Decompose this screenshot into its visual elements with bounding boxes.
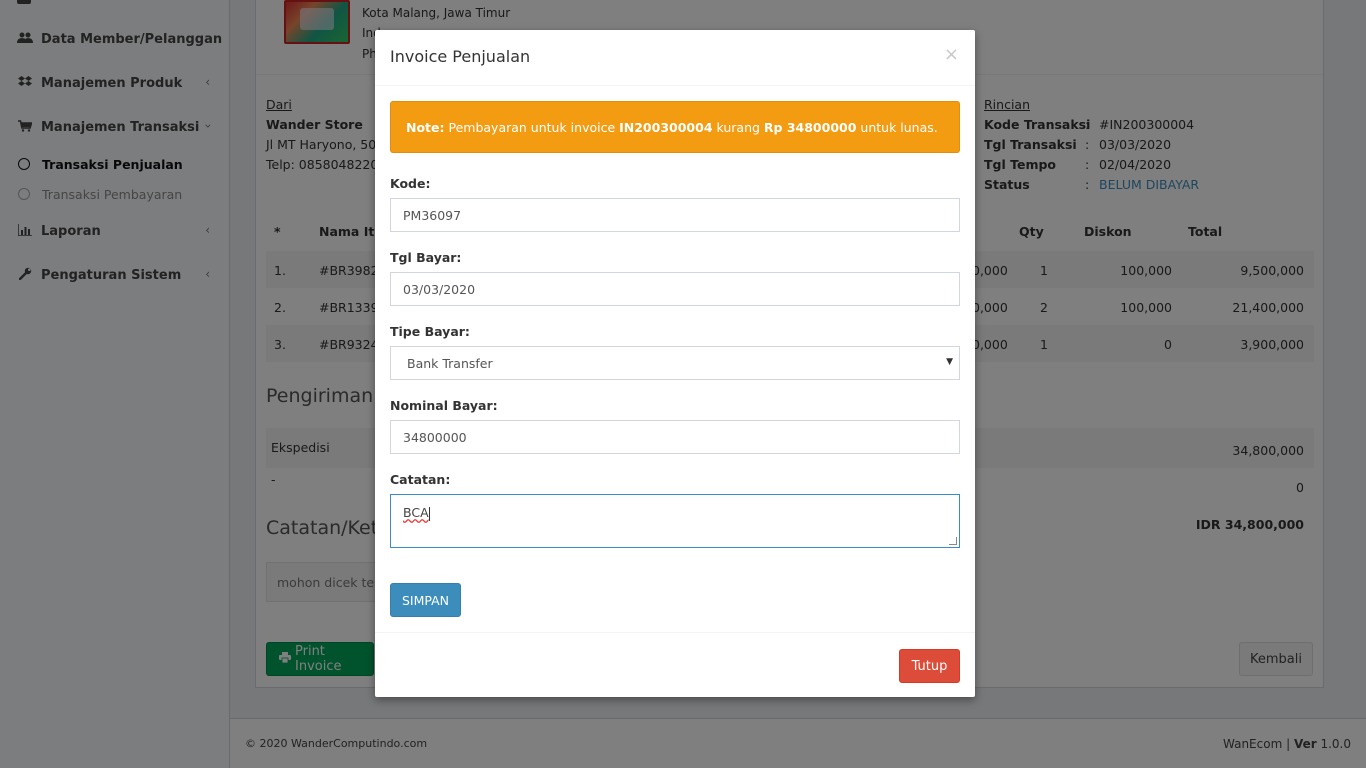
- alert-amount: Rp 34800000: [763, 120, 857, 135]
- kode-input[interactable]: [390, 198, 960, 232]
- close-icon[interactable]: ×: [944, 44, 959, 65]
- tgl-bayar-label: Tgl Bayar:: [390, 250, 462, 265]
- catatan-label: Catatan:: [390, 472, 451, 487]
- save-button[interactable]: SIMPAN: [390, 583, 461, 617]
- catatan-textarea[interactable]: BCA: [390, 494, 960, 548]
- alert-text: Pembayaran untuk invoice: [444, 120, 620, 135]
- modal-footer: Tutup: [375, 632, 975, 697]
- nominal-bayar-input[interactable]: [390, 420, 960, 454]
- catatan-text: BCA: [403, 505, 429, 520]
- caret-down-icon: ▼: [946, 357, 953, 367]
- close-button[interactable]: Tutup: [899, 649, 960, 683]
- payment-alert: Note: Pembayaran untuk invoice IN2003000…: [390, 101, 960, 153]
- tipe-bayar-select[interactable]: Bank Transfer ▼: [390, 346, 960, 380]
- alert-text: kurang: [712, 120, 764, 135]
- alert-text: untuk lunas.: [856, 120, 938, 135]
- payment-modal: Invoice Penjualan × Note: Pembayaran unt…: [375, 30, 975, 697]
- modal-title: Invoice Penjualan: [390, 47, 531, 66]
- alert-invoice: IN200300004: [619, 120, 713, 135]
- text-cursor: [428, 506, 430, 521]
- nominal-bayar-label: Nominal Bayar:: [390, 398, 498, 413]
- tgl-bayar-input[interactable]: [390, 272, 960, 306]
- tipe-bayar-selected: Bank Transfer: [407, 356, 493, 371]
- resize-handle-icon[interactable]: [949, 537, 957, 545]
- alert-note: Note:: [406, 120, 445, 135]
- kode-label: Kode:: [390, 176, 431, 191]
- tipe-bayar-label: Tipe Bayar:: [390, 324, 470, 339]
- modal-header: Invoice Penjualan ×: [375, 30, 975, 86]
